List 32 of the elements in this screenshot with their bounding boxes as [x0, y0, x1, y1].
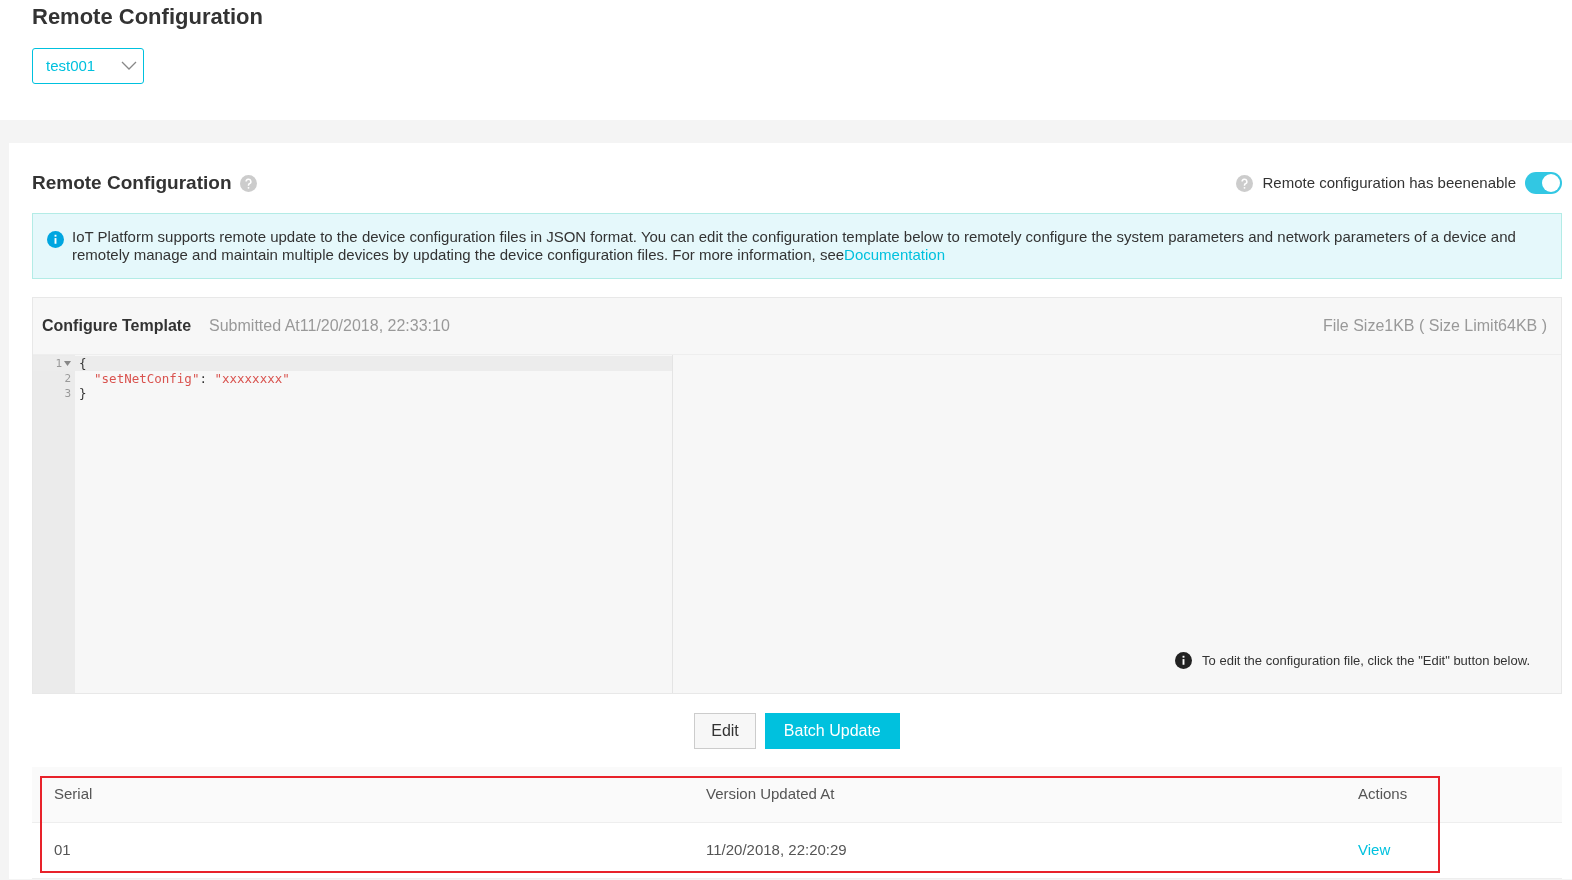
info-icon [1175, 652, 1193, 670]
column-header: Serial [54, 784, 93, 802]
table-cell: 11/20/2018, 22:20:29 [706, 840, 847, 858]
line-number: 1 [55, 356, 62, 370]
code-line: { [79, 355, 87, 371]
column-header: Version Updated At [706, 784, 835, 802]
edit-button[interactable]: Edit [694, 712, 756, 749]
code-line: "setNetConfig": "xxxxxxxx" [93, 370, 290, 386]
submitted-time: Submitted At11/20/2018, 22:33:10 [209, 315, 450, 336]
view-link[interactable]: View [1358, 840, 1391, 858]
template-title: Configure Template [42, 315, 192, 336]
column-header: Actions [1358, 784, 1408, 802]
code-editor[interactable]: { "setNetConfig": "xxxxxxxx" } [75, 354, 673, 693]
page-title: Remote Configuration [32, 4, 264, 31]
line-number: 3 [64, 386, 71, 400]
edit-hint: To edit the configuration file, click the "Edit" button below. [1202, 652, 1530, 670]
fold-arrow-icon[interactable] [64, 361, 71, 366]
enable-toggle[interactable] [1525, 172, 1562, 195]
line-number: 2 [64, 371, 71, 385]
product-select[interactable]: test001 [32, 48, 144, 85]
info-icon [47, 230, 64, 248]
file-size: File Size1KB ( Size Limit64KB ) [1322, 315, 1547, 336]
batch-update-button[interactable]: Batch Update [764, 712, 900, 749]
status-text: Remote configuration has beenenable [1262, 173, 1516, 193]
info-text: IoT Platform supports remote update to the device configuration files in JSON format. You can edit the configuration template below to remotely configure the system parameters and network parameters of a device and remotely manage and maintain multiple devices by updating the device configuration files. For more information, seeDocumentation [72, 227, 1517, 264]
help-icon[interactable] [1236, 174, 1254, 192]
chevron-down-icon [121, 61, 137, 72]
documentation-link[interactable]: Documentation [844, 245, 945, 263]
help-icon[interactable] [239, 174, 257, 192]
code-line: } [79, 385, 87, 401]
table-cell: 01 [54, 840, 71, 858]
section-title: Remote Configuration [32, 171, 232, 195]
